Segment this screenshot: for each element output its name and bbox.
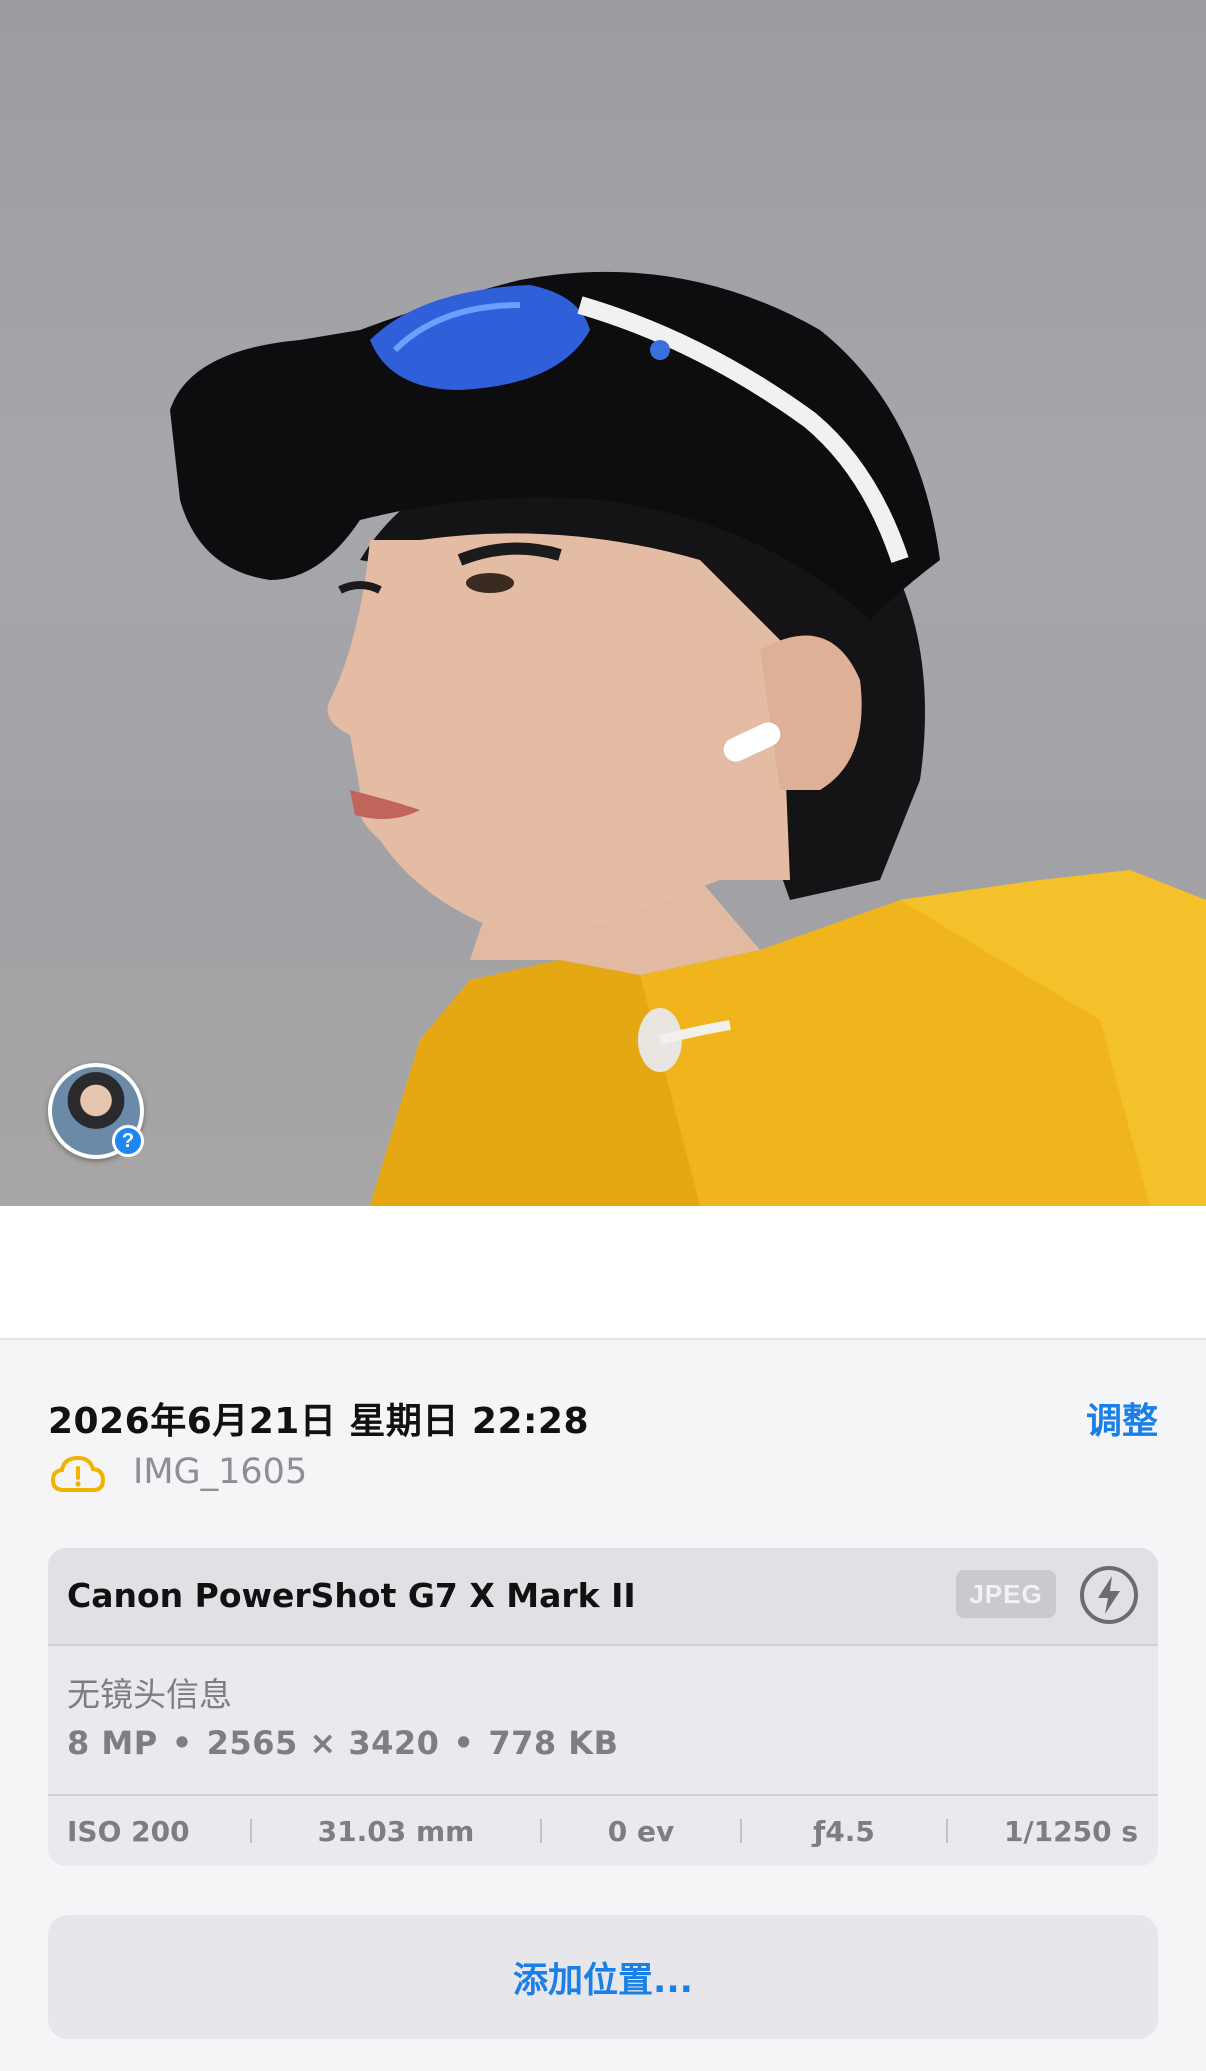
camera-info-card: Canon PowerShot G7 X Mark II JPEG 无镜头信息 … xyxy=(48,1548,1158,1866)
exif-shutter: 1/1250 s xyxy=(1003,1814,1138,1848)
photo-viewer[interactable]: ? xyxy=(0,0,1206,1206)
portrait-image xyxy=(170,271,1206,1206)
camera-info-header: Canon PowerShot G7 X Mark II JPEG xyxy=(48,1548,1158,1646)
cloud-warning-icon[interactable] xyxy=(50,1452,106,1496)
lens-info: 无镜头信息 xyxy=(67,1675,232,1714)
separator-dot: • xyxy=(453,1724,475,1762)
exif-row: ISO 200 31.03 mm 0 ev ƒ4.5 1/1250 s xyxy=(48,1794,1158,1866)
file-size: 778 KB xyxy=(488,1724,619,1762)
separator-dot: • xyxy=(171,1724,193,1762)
flash-icon xyxy=(1080,1566,1138,1624)
format-badge: JPEG xyxy=(956,1570,1056,1618)
exif-aperture: ƒ4.5 xyxy=(813,1814,875,1848)
megapixels: 8 MP xyxy=(67,1724,158,1762)
info-sheet: 2026年6月21日 星期日 22:28 调整 IMG_1605 Canon P… xyxy=(0,1338,1206,2071)
add-location-button[interactable]: 添加位置... xyxy=(48,1915,1158,2039)
resolution: 2565 × 3420 xyxy=(206,1724,440,1762)
file-name: IMG_1605 xyxy=(133,1452,308,1492)
adjust-button[interactable]: 调整 xyxy=(1086,1392,1158,1444)
unknown-person-icon: ? xyxy=(112,1125,144,1157)
camera-model: Canon PowerShot G7 X Mark II xyxy=(67,1576,636,1615)
exif-focal-length: 31.03 mm xyxy=(317,1814,475,1848)
exif-exposure: 0 ev xyxy=(607,1814,675,1848)
capture-date: 2026年6月21日 星期日 22:28 xyxy=(48,1401,590,1442)
image-specs: 8 MP • 2565 × 3420 • 778 KB xyxy=(67,1724,618,1762)
exif-iso: ISO 200 xyxy=(67,1814,190,1848)
person-avatar-badge[interactable]: ? xyxy=(48,1063,144,1159)
